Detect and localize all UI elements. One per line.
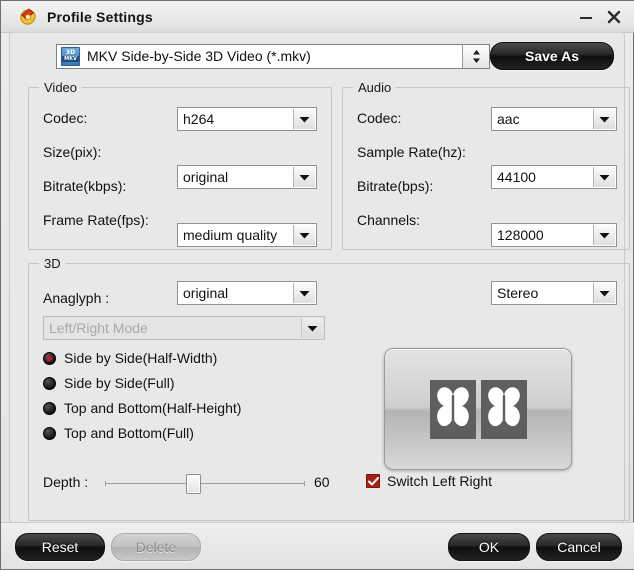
video-size-label: Size(pix):: [43, 144, 102, 160]
radio-label: Top and Bottom(Full): [64, 425, 194, 441]
butterfly-right-icon: [480, 379, 527, 439]
switch-left-right-row[interactable]: Switch Left Right: [366, 473, 492, 489]
radio-top-and-bottom-half-height[interactable]: Top and Bottom(Half-Height): [43, 400, 241, 416]
video-bitrate-value: medium quality: [183, 227, 278, 243]
anaglyph-value: Left/Right Mode: [49, 320, 148, 336]
save-as-button[interactable]: Save As: [490, 42, 614, 70]
video-size-value: original: [183, 169, 229, 185]
butterfly-left-icon: [429, 379, 476, 439]
radio-label: Side by Side(Full): [64, 375, 175, 391]
dialog-footer: Reset Delete OK Cancel: [1, 522, 634, 569]
radio-button-icon[interactable]: [43, 351, 56, 365]
profile-settings-window: Profile Settings 3D MKV MKV Side-by-Side…: [0, 0, 634, 570]
profile-format-combobox[interactable]: 3D MKV MKV Side-by-Side 3D Video (*.mkv): [56, 43, 490, 69]
switch-left-right-label: Switch Left Right: [387, 473, 493, 489]
radio-button-icon[interactable]: [43, 376, 56, 390]
video-bitrate-label: Bitrate(kbps):: [43, 178, 127, 194]
profile-settings-icon: [17, 6, 39, 28]
depth-slider-track[interactable]: [105, 481, 305, 486]
depth-label: Depth :: [43, 474, 89, 490]
radio-top-and-bottom-full[interactable]: Top and Bottom(Full): [43, 425, 194, 441]
cancel-button[interactable]: Cancel: [536, 533, 622, 561]
close-icon[interactable]: [605, 8, 623, 26]
dialog-body: 3D MKV MKV Side-by-Side 3D Video (*.mkv)…: [9, 32, 630, 523]
anaglyph-combobox[interactable]: Left/Right Mode: [43, 316, 325, 340]
audio-samplerate-combobox[interactable]: 44100: [491, 165, 617, 189]
audio-codec-label: Codec:: [357, 110, 402, 126]
video-group-title: Video: [39, 80, 83, 95]
radio-button-icon[interactable]: [43, 401, 56, 415]
window-title: Profile Settings: [47, 8, 153, 25]
profile-format-value: MKV Side-by-Side 3D Video (*.mkv): [87, 48, 311, 64]
audio-bitrate-combobox[interactable]: 128000: [491, 223, 617, 247]
profile-selector-row: 3D MKV MKV Side-by-Side 3D Video (*.mkv)…: [56, 42, 614, 70]
chevron-down-icon[interactable]: [301, 318, 323, 338]
checkbox-checked-icon[interactable]: [366, 474, 380, 488]
depth-slider[interactable]: [105, 474, 305, 494]
video-size-combobox[interactable]: original: [177, 165, 317, 189]
three-d-group: 3D Anaglyph : Left/Right Mode Side by Si…: [28, 256, 630, 521]
depth-value: 60: [314, 474, 330, 490]
audio-group-title: Audio: [353, 80, 397, 95]
radio-button-icon[interactable]: [43, 426, 56, 440]
mkv-3d-file-icon: 3D MKV: [61, 46, 80, 66]
audio-codec-value: aac: [497, 111, 520, 127]
video-codec-combobox[interactable]: h264: [177, 107, 317, 131]
radio-label: Top and Bottom(Half-Height): [64, 400, 242, 416]
file-icon-mkv-label: MKV: [62, 56, 79, 62]
side-by-side-butterfly-preview: [384, 348, 572, 470]
video-codec-label: Codec:: [43, 110, 88, 126]
delete-button: Delete: [111, 533, 201, 561]
video-framerate-label: Frame Rate(fps):: [43, 212, 149, 228]
chevron-down-icon[interactable]: [593, 225, 615, 245]
chevron-down-icon[interactable]: [293, 109, 315, 129]
chevron-down-icon[interactable]: [293, 167, 315, 187]
audio-samplerate-label: Sample Rate(hz):: [357, 144, 466, 160]
chevron-down-icon[interactable]: [593, 109, 615, 129]
minimize-icon[interactable]: [577, 8, 595, 26]
chevron-down-icon[interactable]: [593, 167, 615, 187]
audio-codec-combobox[interactable]: aac: [491, 107, 617, 131]
audio-bitrate-label: Bitrate(bps):: [357, 178, 434, 194]
audio-channels-label: Channels:: [357, 212, 421, 228]
ok-button[interactable]: OK: [448, 533, 530, 561]
three-d-group-title: 3D: [39, 256, 66, 271]
video-bitrate-combobox[interactable]: medium quality: [177, 223, 317, 247]
video-codec-value: h264: [183, 111, 215, 127]
titlebar: Profile Settings: [1, 1, 634, 33]
spinner-up-down-icon[interactable]: [462, 44, 489, 68]
audio-bitrate-value: 128000: [497, 227, 544, 243]
depth-slider-thumb[interactable]: [186, 474, 201, 494]
radio-label: Side by Side(Half-Width): [64, 350, 218, 366]
video-group: Video Codec: h264 Size(pix): original Bi…: [28, 80, 332, 305]
window-controls: [577, 8, 623, 26]
chevron-down-icon[interactable]: [293, 225, 315, 245]
reset-button[interactable]: Reset: [15, 533, 105, 561]
anaglyph-label: Anaglyph :: [43, 290, 110, 306]
radio-side-by-side-half-width[interactable]: Side by Side(Half-Width): [43, 350, 217, 366]
radio-side-by-side-full[interactable]: Side by Side(Full): [43, 375, 175, 391]
audio-samplerate-value: 44100: [497, 169, 536, 185]
audio-group: Audio Codec: aac Sample Rate(hz): 44100: [342, 80, 630, 305]
